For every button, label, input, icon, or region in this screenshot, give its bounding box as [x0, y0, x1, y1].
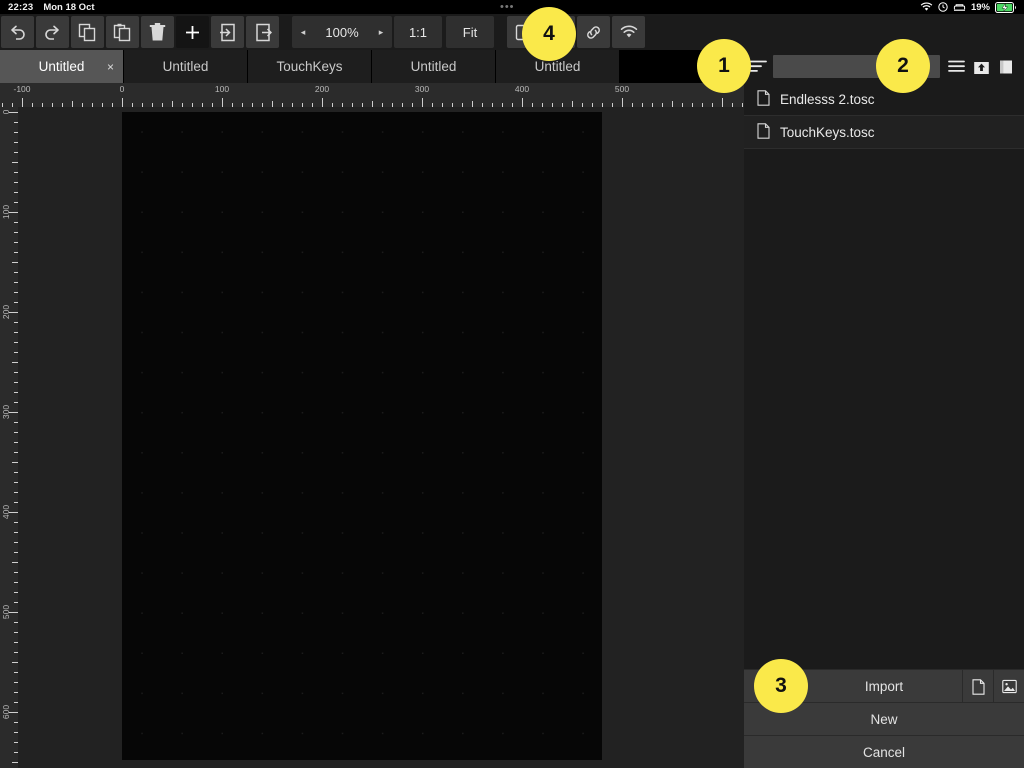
- ruler-label: 200: [314, 84, 330, 94]
- ruler-tick: [222, 98, 224, 107]
- status-dots: •••: [499, 1, 515, 13]
- import-image-icon[interactable]: [993, 670, 1024, 703]
- link-button[interactable]: [577, 16, 610, 48]
- ruler-tick: [9, 412, 18, 414]
- sort-descending-icon[interactable]: [750, 54, 767, 80]
- document-icon: [757, 89, 770, 109]
- status-date: Mon 18 Oct: [43, 1, 95, 13]
- tab-label: Untitled: [410, 59, 457, 74]
- battery-percent: 19%: [970, 1, 990, 13]
- file-name: TouchKeys.tosc: [780, 124, 875, 140]
- annotation-badge-4: 4: [522, 7, 576, 61]
- do-not-disturb-icon: [953, 3, 966, 12]
- upload-box-icon[interactable]: [973, 54, 990, 80]
- zoom-value[interactable]: 100%: [314, 25, 370, 40]
- ruler-tick: [9, 512, 18, 514]
- ruler-tick: [322, 98, 324, 107]
- list-item[interactable]: TouchKeys.tosc: [744, 116, 1024, 149]
- battery-charging-icon: [995, 1, 1017, 13]
- status-time: 22:23: [8, 1, 34, 13]
- ruler-tick: [722, 98, 724, 107]
- ruler-tick: [9, 612, 18, 614]
- annotation-badge-2: 2: [876, 39, 930, 93]
- tab-label: Untitled: [534, 59, 581, 74]
- exit-group-button[interactable]: [246, 16, 279, 48]
- document-tab-bar: Untitled × Untitled TouchKeys Untitled U…: [0, 50, 744, 83]
- add-button[interactable]: [176, 16, 209, 48]
- horizontal-ruler: -1000100200300400500600700800: [0, 83, 744, 107]
- editor-area[interactable]: [18, 107, 744, 768]
- import-source-icons: [962, 670, 1024, 703]
- ruler-tick: [422, 98, 424, 107]
- ruler-label: -100: [13, 84, 31, 94]
- undo-button[interactable]: [1, 16, 34, 48]
- book-icon[interactable]: [998, 54, 1014, 80]
- document-icon: [757, 122, 770, 142]
- annotation-badge-1: 1: [697, 39, 751, 93]
- fit-button[interactable]: Fit: [446, 16, 494, 48]
- ruler-tick: [622, 98, 624, 107]
- redo-button[interactable]: [36, 16, 69, 48]
- ruler-label: 500: [614, 84, 630, 94]
- ruler-label: 0: [119, 84, 125, 94]
- enter-group-button[interactable]: [211, 16, 244, 48]
- tab-label: TouchKeys: [276, 59, 343, 74]
- ruler-label: 100: [214, 84, 230, 94]
- import-file-icon[interactable]: [962, 670, 993, 703]
- file-list: Endlesss 2.tosc TouchKeys.tosc: [744, 83, 1024, 668]
- cancel-button[interactable]: Cancel: [744, 735, 1024, 768]
- wifi-connection-button[interactable]: [612, 16, 645, 48]
- import-label: Import: [864, 678, 904, 694]
- tab-untitled-1[interactable]: Untitled ×: [0, 50, 124, 83]
- status-indicators: 19%: [920, 1, 1017, 13]
- annotation-badge-3: 3: [754, 659, 808, 713]
- status-bar: 22:23 Mon 18 Oct ••• 19%: [0, 0, 1024, 14]
- delete-button[interactable]: [141, 16, 174, 48]
- ruler-tick: [9, 112, 18, 114]
- ruler-tick: [9, 212, 18, 214]
- ruler-tick: [522, 98, 524, 107]
- copy-button[interactable]: [71, 16, 104, 48]
- tab-label: Untitled: [162, 59, 209, 74]
- clock-icon: [938, 2, 948, 12]
- tab-untitled-3[interactable]: Untitled: [372, 50, 496, 83]
- zoom-in-button[interactable]: ▸: [370, 16, 392, 48]
- app-root: 22:23 Mon 18 Oct ••• 19% ◂ 100% ▸ 1:1 Fi…: [0, 0, 1024, 768]
- ruler-tick: [9, 712, 18, 714]
- tab-close-icon[interactable]: ×: [107, 60, 114, 74]
- tab-touchkeys[interactable]: TouchKeys: [248, 50, 372, 83]
- actual-size-button[interactable]: 1:1: [394, 16, 442, 48]
- ruler-label: 300: [414, 84, 430, 94]
- ruler-tick: [22, 98, 24, 107]
- paste-button[interactable]: [106, 16, 139, 48]
- main-toolbar: ◂ 100% ▸ 1:1 Fit: [0, 14, 1024, 50]
- design-canvas[interactable]: [122, 112, 602, 760]
- zoom-control: ◂ 100% ▸: [292, 16, 392, 48]
- ruler-tick: [9, 312, 18, 314]
- hamburger-menu-icon[interactable]: [948, 54, 965, 80]
- cancel-label: Cancel: [862, 744, 906, 760]
- file-name: Endlesss 2.tosc: [780, 91, 875, 107]
- ruler-label: 400: [514, 84, 530, 94]
- ruler-tick: [122, 98, 124, 107]
- wifi-icon: [920, 2, 933, 12]
- tab-label: Untitled: [38, 59, 85, 74]
- tab-untitled-2[interactable]: Untitled: [124, 50, 248, 83]
- vertical-ruler: 0100200300400500600700800: [0, 107, 18, 768]
- new-label: New: [870, 711, 898, 727]
- zoom-out-button[interactable]: ◂: [292, 16, 314, 48]
- list-item[interactable]: Endlesss 2.tosc: [744, 83, 1024, 116]
